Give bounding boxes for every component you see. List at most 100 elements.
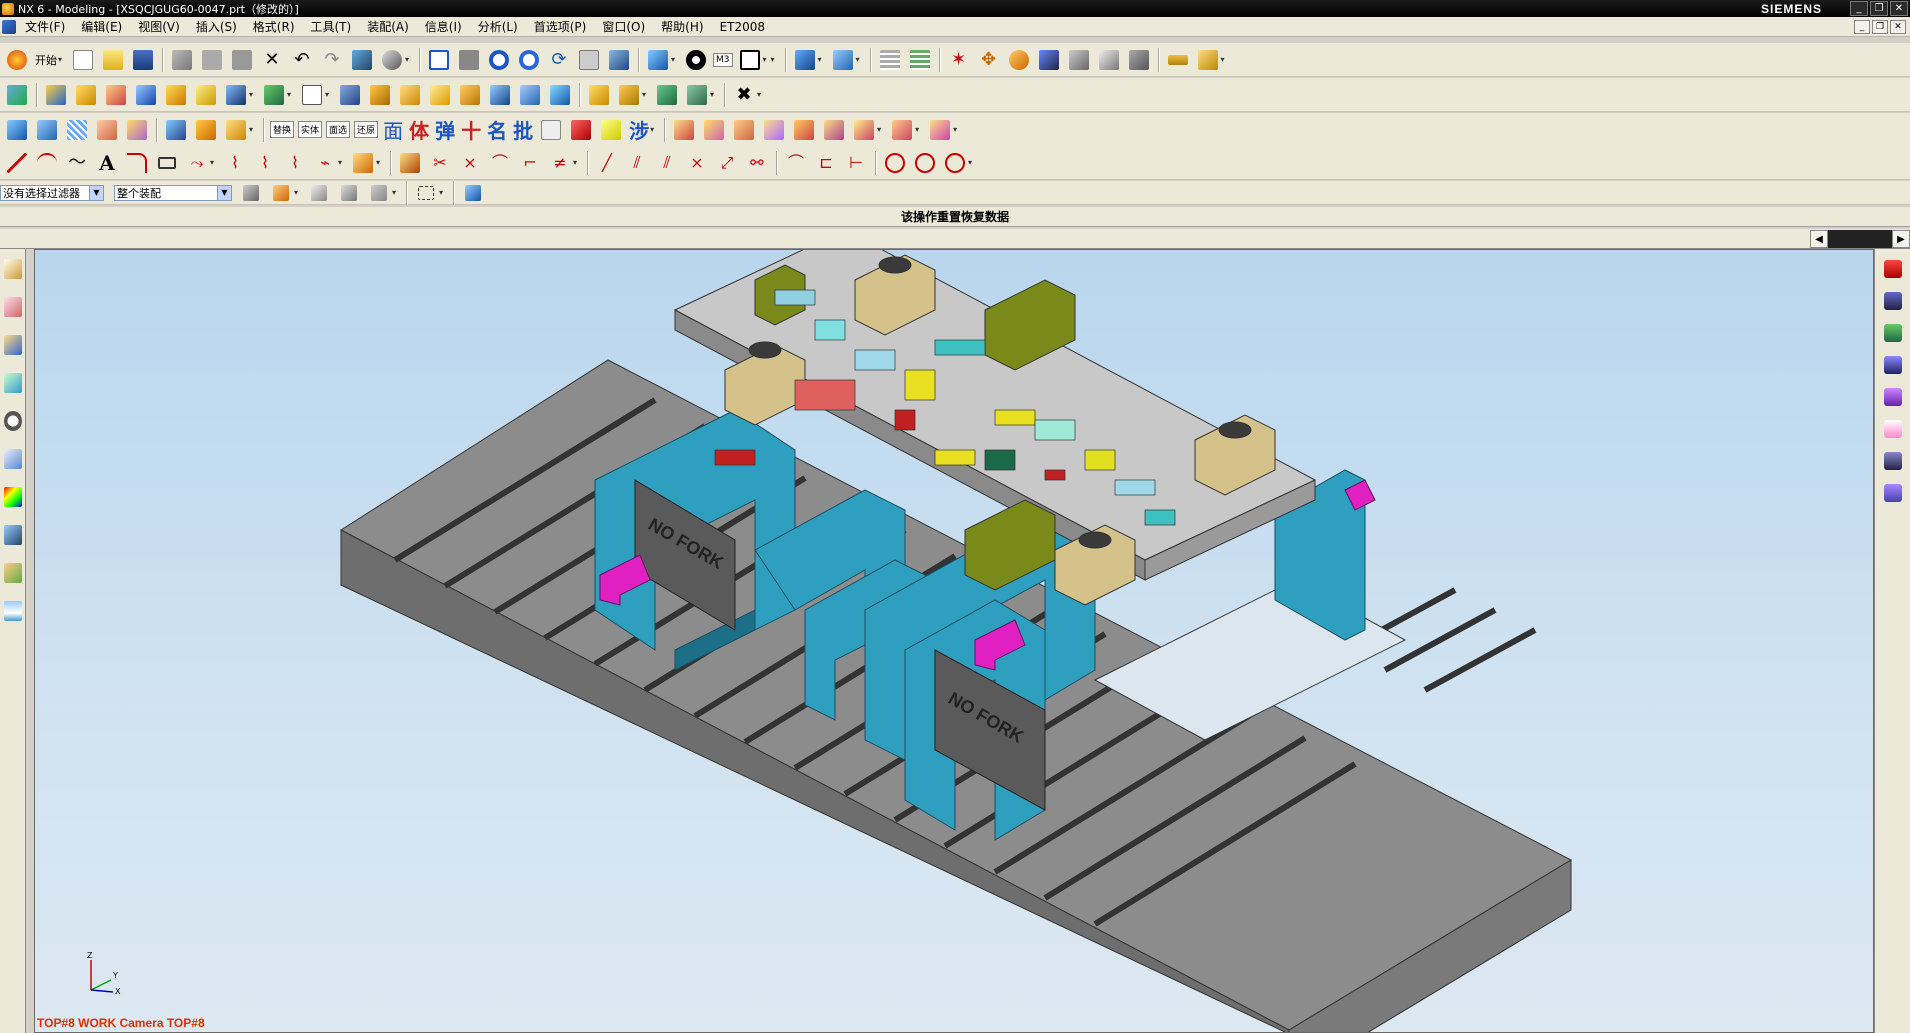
hole-icon[interactable]	[163, 82, 189, 108]
pin-icon[interactable]	[1880, 449, 1906, 473]
drawing-icon[interactable]	[889, 117, 915, 143]
fit-icon[interactable]	[426, 47, 452, 73]
concentric-icon[interactable]: ⚯	[744, 150, 770, 176]
menu-tools[interactable]: 工具(T)	[305, 18, 362, 35]
layer-icon[interactable]	[538, 117, 564, 143]
doc-minimize-button[interactable]: _	[1854, 19, 1870, 34]
boss-icon[interactable]	[193, 82, 219, 108]
chamfer-icon[interactable]	[427, 82, 453, 108]
offset-face-icon[interactable]	[517, 82, 543, 108]
select-feature-icon[interactable]	[306, 180, 332, 206]
paste-icon[interactable]	[229, 47, 255, 73]
fillet-icon[interactable]	[124, 150, 150, 176]
layer-move-icon[interactable]	[907, 47, 933, 73]
close-button[interactable]: ✕	[1890, 1, 1908, 16]
restore-button[interactable]: 还原	[354, 121, 379, 138]
step-tool-button[interactable]: 涉	[626, 115, 652, 144]
parallel-icon[interactable]: ⫽	[624, 150, 650, 176]
sketch-edit-icon[interactable]	[397, 150, 423, 176]
document-menu-icon[interactable]	[2, 19, 16, 34]
menu-file[interactable]: 文件(F)	[19, 18, 75, 35]
circle-icon[interactable]	[882, 150, 908, 176]
wrap-icon[interactable]	[223, 117, 249, 143]
report-icon[interactable]	[927, 117, 953, 143]
edit-feature-icon[interactable]: ✖	[731, 82, 757, 108]
pan-icon[interactable]	[576, 47, 602, 73]
arc-circle-icon[interactable]	[912, 150, 938, 176]
bridge-curve-icon[interactable]: ⌒	[783, 150, 809, 176]
trim-curve-icon[interactable]: ✂	[427, 150, 453, 176]
zoom-icon[interactable]	[486, 47, 512, 73]
system-materials-tab[interactable]	[1, 445, 25, 473]
standard-part-icon[interactable]	[821, 117, 847, 143]
solid-button[interactable]: 实体	[298, 121, 323, 138]
datum-csys-icon[interactable]: ✥	[976, 47, 1002, 73]
edit-length-icon[interactable]: ⌐	[517, 150, 543, 176]
menu-format[interactable]: 格式(R)	[247, 18, 305, 35]
work-layer-field[interactable]: M3	[713, 52, 733, 67]
menu-insert[interactable]: 插入(S)	[190, 18, 247, 35]
snap-icon[interactable]	[1006, 47, 1032, 73]
rotate-icon[interactable]: ⟳	[546, 47, 572, 73]
start-button[interactable]: 开始	[32, 52, 60, 68]
wrap-curve-icon[interactable]: ⌁	[312, 150, 338, 176]
offset-curve-icon[interactable]: ⤳	[184, 150, 210, 176]
menu-window[interactable]: 窗口(O)	[596, 18, 655, 35]
process-studio-tab[interactable]	[1, 521, 25, 549]
pocket-icon[interactable]	[367, 82, 393, 108]
assembly-nav-icon[interactable]	[4, 82, 30, 108]
tool-icon[interactable]	[1126, 47, 1152, 73]
general-filter-icon[interactable]	[238, 180, 264, 206]
menu-view[interactable]: 视图(V)	[132, 18, 190, 35]
arc-icon[interactable]	[34, 150, 60, 176]
through-curves-icon[interactable]	[34, 117, 60, 143]
body-tool-button[interactable]: 体	[406, 115, 432, 144]
measure-icon[interactable]	[1036, 47, 1062, 73]
pattern-icon[interactable]	[654, 82, 680, 108]
roles-tab[interactable]	[1, 559, 25, 587]
chevron-left-icon[interactable]: ◀	[1810, 230, 1828, 248]
purple-part-icon[interactable]	[1880, 385, 1906, 409]
intersect-curve-icon[interactable]: ⌇	[252, 150, 278, 176]
text-icon[interactable]: A	[94, 150, 120, 176]
layer-settings-icon[interactable]	[877, 47, 903, 73]
spring-icon[interactable]	[1880, 481, 1906, 505]
join-curve-icon[interactable]: ⌇	[282, 150, 308, 176]
extrude-icon[interactable]	[43, 82, 69, 108]
block-icon[interactable]	[133, 82, 159, 108]
blue-part-icon[interactable]	[1880, 353, 1906, 377]
sketch-icon[interactable]	[299, 82, 325, 108]
shaded-view-icon[interactable]	[645, 47, 671, 73]
reuse-library-tab[interactable]	[1, 369, 25, 397]
project-curve-icon[interactable]: ⌇	[222, 150, 248, 176]
minimize-button[interactable]: _	[1850, 1, 1868, 16]
offset-surface-icon[interactable]	[163, 117, 189, 143]
menu-analysis[interactable]: 分析(L)	[472, 18, 528, 35]
chevron-down-icon[interactable]: ▼	[217, 185, 231, 200]
drafting-icon[interactable]	[1195, 47, 1221, 73]
snap-point-icon[interactable]	[268, 180, 294, 206]
sew-icon[interactable]	[94, 117, 120, 143]
menu-edit[interactable]: 编辑(E)	[75, 18, 132, 35]
red-cube-icon[interactable]	[568, 117, 594, 143]
rectangle-icon[interactable]	[154, 150, 180, 176]
assembly-navigator-tab[interactable]	[1, 255, 25, 283]
sweep-icon[interactable]	[103, 82, 129, 108]
select-body-icon[interactable]	[336, 180, 362, 206]
perspective-icon[interactable]	[606, 47, 632, 73]
batch-tool-button[interactable]: 批	[510, 115, 536, 144]
constraint-icon[interactable]: ╱	[594, 150, 620, 176]
isoparametric-icon[interactable]	[350, 150, 376, 176]
yellow-cube-icon[interactable]	[598, 117, 624, 143]
type-filter-combo[interactable]: 没有选择过滤器 ▼	[0, 184, 104, 201]
zoom-window-icon[interactable]	[456, 47, 482, 73]
menu-assembly[interactable]: 装配(A)	[361, 18, 419, 35]
patch-icon[interactable]	[124, 117, 150, 143]
find-icon[interactable]	[379, 47, 405, 73]
analysis-icon[interactable]	[1066, 47, 1092, 73]
menu-help[interactable]: 帮助(H)	[655, 18, 713, 35]
revolve-icon[interactable]	[73, 82, 99, 108]
undo-icon[interactable]: ↶	[289, 47, 315, 73]
replace-button[interactable]: 替换	[270, 121, 295, 138]
rectangle-select-icon[interactable]	[413, 180, 439, 206]
